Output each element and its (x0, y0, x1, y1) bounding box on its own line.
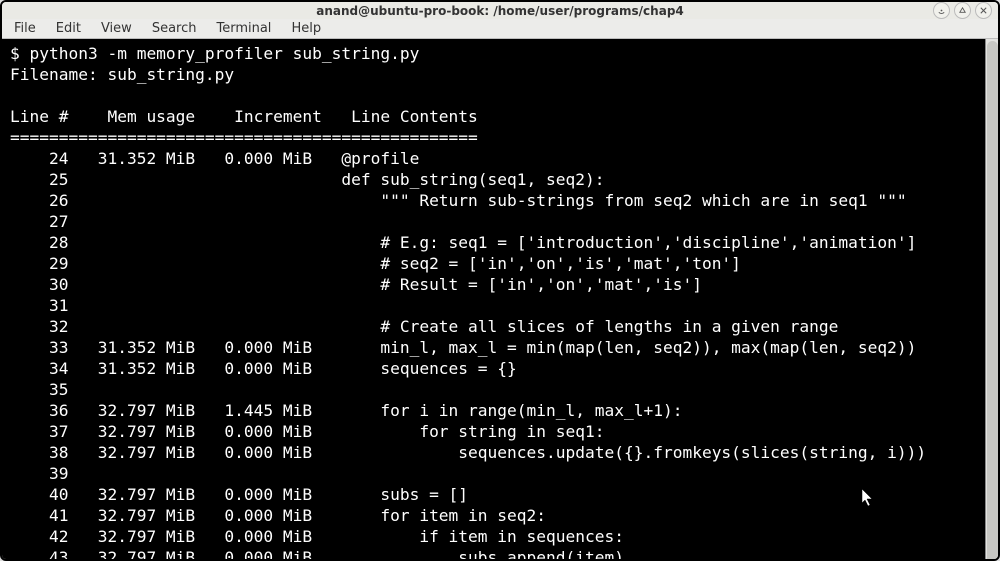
terminal-output[interactable]: $ python3 -m memory_profiler sub_string.… (2, 39, 985, 561)
menu-search[interactable]: Search (144, 19, 205, 38)
scrollbar-vertical[interactable] (985, 39, 998, 561)
terminal-area: $ python3 -m memory_profiler sub_string.… (2, 39, 998, 561)
minimize-icon (937, 6, 946, 15)
menu-edit[interactable]: Edit (48, 19, 89, 38)
menubar: File Edit View Search Terminal Help (2, 19, 998, 39)
menu-view[interactable]: View (93, 19, 140, 38)
maximize-button[interactable] (954, 2, 971, 19)
close-icon (979, 6, 988, 15)
minimize-button[interactable] (933, 2, 950, 19)
close-button[interactable] (975, 2, 992, 19)
window-controls (933, 2, 992, 19)
titlebar[interactable]: anand@ubuntu-pro-book: /home/user/progra… (2, 2, 998, 19)
scrollbar-thumb[interactable] (987, 41, 998, 561)
menu-file[interactable]: File (6, 19, 44, 38)
menu-terminal[interactable]: Terminal (208, 19, 279, 38)
menu-help[interactable]: Help (283, 19, 329, 38)
window-title: anand@ubuntu-pro-book: /home/user/progra… (316, 4, 684, 18)
terminal-window: anand@ubuntu-pro-book: /home/user/progra… (0, 0, 1000, 561)
maximize-icon (958, 6, 967, 15)
